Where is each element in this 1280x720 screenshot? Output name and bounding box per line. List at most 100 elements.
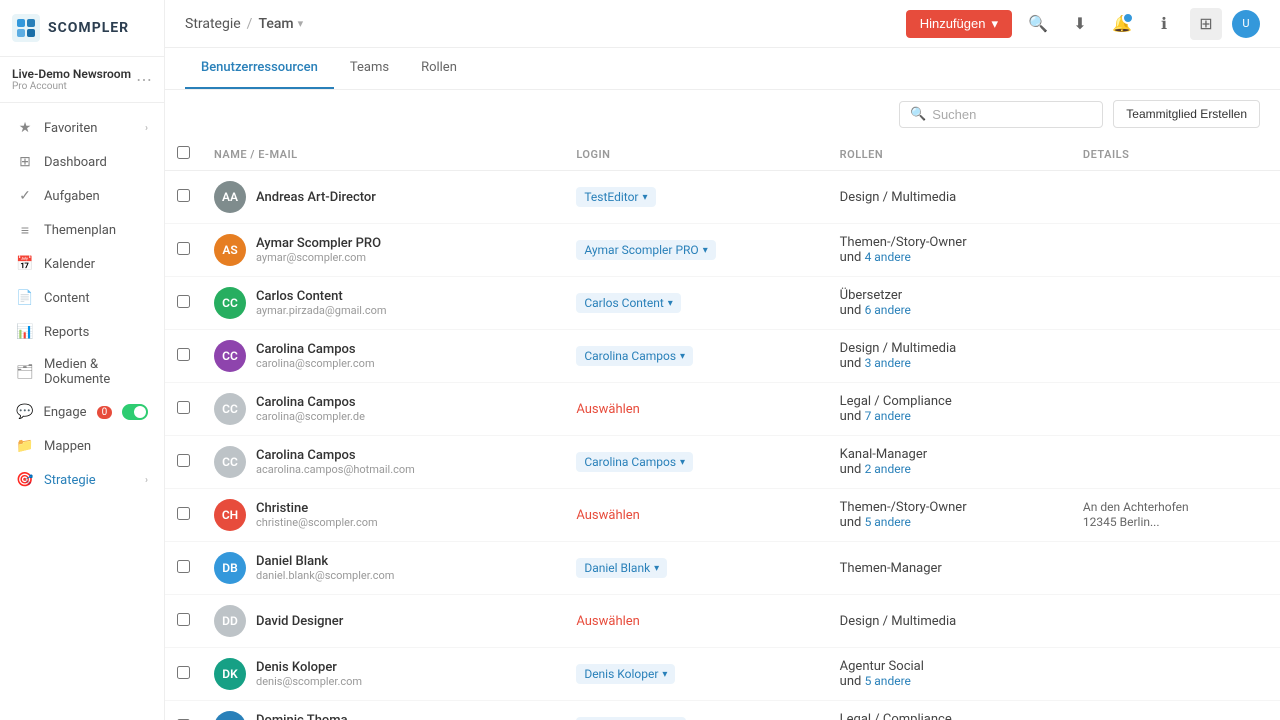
sidebar-item-medien-dokumente[interactable]: 🗂 Medien & Dokumente — [0, 349, 164, 395]
row-checkbox-9[interactable] — [177, 666, 190, 679]
role-extra-link-2[interactable]: 6 andere — [865, 303, 911, 317]
search-icon-button[interactable]: 🔍 — [1022, 8, 1054, 40]
select-login-8[interactable]: Auswählen — [576, 614, 640, 629]
tab-benutzerressourcen[interactable]: Benutzerressourcen — [185, 48, 334, 89]
role-primary-7: Themen-Manager — [840, 561, 1059, 576]
row-checkbox-4[interactable] — [177, 401, 190, 414]
download-icon-button[interactable]: ⬇ — [1064, 8, 1096, 40]
nav-icon-content: 📄 — [16, 289, 34, 307]
nav-icon-reports: 📊 — [16, 323, 34, 341]
user-name-10: Dominic Thoma — [256, 713, 375, 720]
user-name-cell: CH Christine christine@scompler.com — [214, 499, 552, 531]
user-name-cell: DK Denis Koloper denis@scompler.com — [214, 658, 552, 690]
account-menu-button[interactable]: ⋯ — [136, 70, 152, 89]
col-rollen: ROLLEN — [828, 138, 1071, 171]
nav-label-favoriten: Favoriten — [44, 121, 135, 136]
select-all-checkbox[interactable] — [177, 146, 190, 159]
role-extra-link-1[interactable]: 4 andere — [865, 250, 911, 264]
user-name-5: Carolina Campos — [256, 448, 415, 463]
sidebar-item-strategie[interactable]: 🎯 Strategie› — [0, 463, 164, 497]
user-avatar-7: DB — [214, 552, 246, 584]
sidebar-item-themenplan[interactable]: ≡ Themenplan — [0, 213, 164, 247]
user-avatar-10: DT — [214, 711, 246, 720]
breadcrumb-parent[interactable]: Strategie — [185, 16, 241, 32]
login-badge-2[interactable]: Carlos Content ▾ — [576, 293, 681, 313]
nav-label-strategie: Strategie — [44, 473, 135, 488]
sidebar-item-content[interactable]: 📄 Content — [0, 281, 164, 315]
select-login-4[interactable]: Auswählen — [576, 402, 640, 417]
sidebar: SCOMPLER Live-Demo Newsroom Pro Account … — [0, 0, 165, 720]
sidebar-item-aufgaben[interactable]: ✓ Aufgaben — [0, 179, 164, 213]
user-avatar-5: CC — [214, 446, 246, 478]
create-member-button[interactable]: Teammitglied Erstellen — [1113, 100, 1260, 128]
sidebar-item-dashboard[interactable]: ⊞ Dashboard — [0, 145, 164, 179]
breadcrumb-current[interactable]: Team ▾ — [258, 16, 303, 32]
notification-bell[interactable]: 🔔 — [1106, 8, 1138, 40]
user-email-6: christine@scompler.com — [256, 516, 378, 529]
row-checkbox-0[interactable] — [177, 189, 190, 202]
user-avatar-0: AA — [214, 181, 246, 213]
user-name-cell: DB Daniel Blank daniel.blank@scompler.co… — [214, 552, 552, 584]
add-button[interactable]: Hinzufügen ▾ — [906, 10, 1012, 38]
tab-rollen[interactable]: Rollen — [405, 48, 473, 89]
select-login-6[interactable]: Auswählen — [576, 508, 640, 523]
nav-label-reports: Reports — [44, 325, 148, 340]
tab-teams[interactable]: Teams — [334, 48, 405, 89]
login-badge-0[interactable]: TestEditor ▾ — [576, 187, 655, 207]
row-checkbox-5[interactable] — [177, 454, 190, 467]
role-extra-link-9[interactable]: 5 andere — [865, 674, 911, 688]
user-avatar-1: AS — [214, 234, 246, 266]
row-checkbox-1[interactable] — [177, 242, 190, 255]
login-badge-1[interactable]: Aymar Scompler PRO ▾ — [576, 240, 715, 260]
user-name-cell: CC Carolina Campos carolina@scompler.com — [214, 340, 552, 372]
user-name-cell: CC Carolina Campos acarolina.campos@hotm… — [214, 446, 552, 478]
role-primary-0: Design / Multimedia — [840, 190, 1059, 205]
login-badge-3[interactable]: Carolina Campos ▾ — [576, 346, 693, 366]
role-extra-link-3[interactable]: 3 andere — [865, 356, 911, 370]
role-extra-link-5[interactable]: 2 andere — [865, 462, 911, 476]
row-checkbox-8[interactable] — [177, 613, 190, 626]
info-icon-button[interactable]: ℹ — [1148, 8, 1180, 40]
login-badge-7[interactable]: Daniel Blank ▾ — [576, 558, 667, 578]
user-email-9: denis@scompler.com — [256, 675, 362, 688]
role-primary-6: Themen-/Story-Owner — [840, 500, 1059, 515]
nav-label-medien-dokumente: Medien & Dokumente — [44, 357, 148, 387]
logo-icon — [12, 14, 40, 42]
table-row: CC Carolina Campos carolina@scompler.com… — [165, 330, 1280, 383]
row-checkbox-7[interactable] — [177, 560, 190, 573]
nav-toggle-engage[interactable] — [122, 404, 148, 420]
user-avatar[interactable]: U — [1232, 10, 1260, 38]
login-badge-9[interactable]: Denis Koloper ▾ — [576, 664, 675, 684]
role-extra-link-6[interactable]: 5 andere — [865, 515, 911, 529]
role-primary-3: Design / Multimedia — [840, 341, 1059, 356]
user-avatar-6: CH — [214, 499, 246, 531]
sidebar-item-kalender[interactable]: 📅 Kalender — [0, 247, 164, 281]
grid-icon-button[interactable]: ⊞ — [1190, 8, 1222, 40]
sidebar-item-reports[interactable]: 📊 Reports — [0, 315, 164, 349]
sidebar-account: Live-Demo Newsroom Pro Account ⋯ — [0, 57, 164, 103]
nav-label-engage: Engage — [43, 405, 86, 420]
table-row: DB Daniel Blank daniel.blank@scompler.co… — [165, 542, 1280, 595]
table-row: AA Andreas Art-Director TestEditor ▾ Des… — [165, 171, 1280, 224]
row-checkbox-6[interactable] — [177, 507, 190, 520]
user-table-wrap: NAME / E-MAIL LOGIN ROLLEN DETAILS AA An… — [165, 138, 1280, 720]
user-email-5: acarolina.campos@hotmail.com — [256, 463, 415, 476]
search-input[interactable] — [932, 107, 1092, 122]
role-primary-8: Design / Multimedia — [840, 614, 1059, 629]
user-name-7: Daniel Blank — [256, 554, 394, 569]
role-extra-prefix-5: und — [840, 462, 865, 477]
sidebar-item-engage[interactable]: 💬 Engage0 — [0, 395, 164, 429]
table-row: CC Carolina Campos acarolina.campos@hotm… — [165, 436, 1280, 489]
row-checkbox-3[interactable] — [177, 348, 190, 361]
role-extra-link-4[interactable]: 7 andere — [865, 409, 911, 423]
user-name-cell: DD David Designer — [214, 605, 552, 637]
row-checkbox-2[interactable] — [177, 295, 190, 308]
nav-icon-aufgaben: ✓ — [16, 187, 34, 205]
login-badge-5[interactable]: Carolina Campos ▾ — [576, 452, 693, 472]
sidebar-item-mappen[interactable]: 📁 Mappen — [0, 429, 164, 463]
user-name-2: Carlos Content — [256, 289, 387, 304]
nav-icon-dashboard: ⊞ — [16, 153, 34, 171]
sidebar-item-favoriten[interactable]: ★ Favoriten› — [0, 111, 164, 145]
nav-icon-engage: 💬 — [16, 403, 33, 421]
nav-label-kalender: Kalender — [44, 257, 148, 272]
